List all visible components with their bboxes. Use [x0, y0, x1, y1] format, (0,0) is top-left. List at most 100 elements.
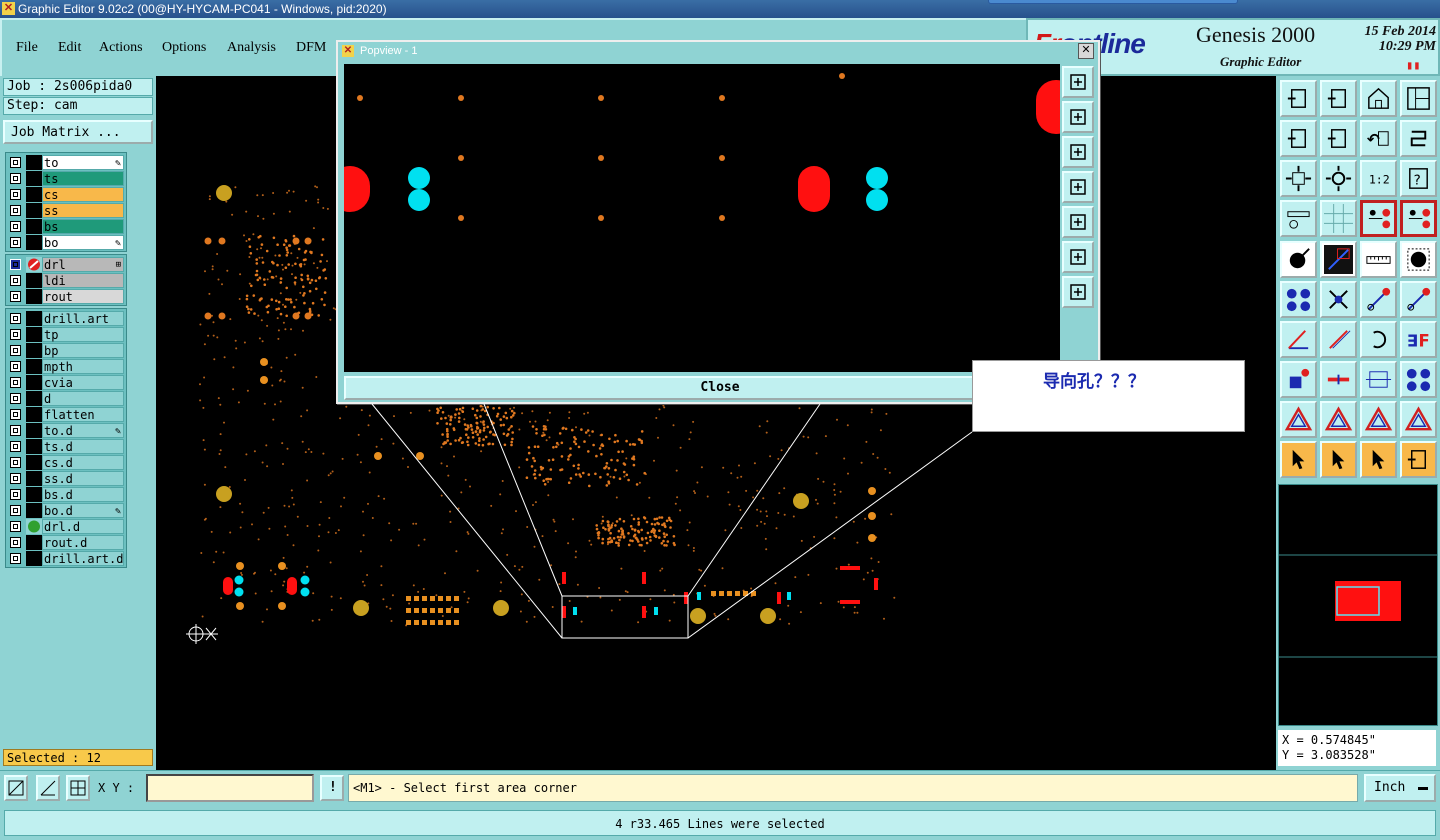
- layout-button[interactable]: [1400, 80, 1437, 117]
- measure-box-button[interactable]: [1360, 361, 1397, 398]
- xy-input[interactable]: [146, 774, 314, 802]
- home-button[interactable]: [1360, 80, 1397, 117]
- layer-checkbox[interactable]: [10, 189, 21, 200]
- layer-status-cell[interactable]: [26, 471, 42, 486]
- layer-checkbox[interactable]: [10, 553, 21, 564]
- layer-row-cs-d[interactable]: cs.d: [6, 455, 126, 470]
- undo-button[interactable]: ↶: [1360, 120, 1397, 157]
- layer-row-bp[interactable]: bp: [6, 343, 126, 358]
- layer-row-drl[interactable]: drl ⊞: [6, 257, 126, 272]
- layer-row-cvia[interactable]: cvia: [6, 375, 126, 390]
- netlist-button[interactable]: [1360, 200, 1397, 237]
- layer-row-to[interactable]: to ✎: [6, 155, 126, 170]
- layer-checkbox[interactable]: [10, 157, 21, 168]
- layer-checkbox[interactable]: [10, 409, 21, 420]
- layer-status-cell[interactable]: [26, 187, 42, 202]
- popview-fit-button[interactable]: [1062, 241, 1094, 273]
- zoom-button[interactable]: [1320, 160, 1357, 197]
- layer-checkbox[interactable]: [10, 237, 21, 248]
- layer-row-to-d[interactable]: to.d ✎: [6, 423, 126, 438]
- step-up-button[interactable]: [1280, 80, 1317, 117]
- edit-layer-icon[interactable]: [26, 257, 42, 272]
- arrow-left-button[interactable]: [1280, 120, 1317, 157]
- layer-status-cell[interactable]: [26, 487, 42, 502]
- layer-checkbox[interactable]: [10, 361, 21, 372]
- layer-row-drill-art-d[interactable]: drill.art.d: [6, 551, 126, 566]
- layer-status-cell[interactable]: [26, 273, 42, 288]
- redo-button[interactable]: [1400, 120, 1437, 157]
- triangle-button[interactable]: [1280, 401, 1317, 438]
- layer-checkbox[interactable]: [10, 521, 21, 532]
- popview-step-up-button[interactable]: [1062, 101, 1094, 133]
- step-down-button[interactable]: [1320, 80, 1357, 117]
- pad-select-button[interactable]: [1280, 241, 1317, 278]
- popview-step-down-button[interactable]: [1062, 136, 1094, 168]
- angle-button[interactable]: [1280, 321, 1317, 358]
- node-button[interactable]: [1280, 281, 1317, 318]
- pause-icon[interactable]: ▮▮: [1406, 58, 1420, 72]
- arc-button[interactable]: [1360, 321, 1397, 358]
- menu-actions[interactable]: Actions: [99, 40, 143, 56]
- arrow-right-button[interactable]: [1320, 120, 1357, 157]
- layer-row-mpth[interactable]: mpth: [6, 359, 126, 374]
- layer-row-drl-d[interactable]: drl.d: [6, 519, 126, 534]
- move-pad-button[interactable]: [1360, 281, 1397, 318]
- layer-row-bs-d[interactable]: bs.d: [6, 487, 126, 502]
- layer-row-tp[interactable]: tp: [6, 327, 126, 342]
- layer-checkbox[interactable]: [10, 537, 21, 548]
- units-dropdown[interactable]: Inch: [1364, 774, 1436, 802]
- layer-status-cell[interactable]: [26, 439, 42, 454]
- menu-options[interactable]: Options: [162, 40, 206, 56]
- ruler-button[interactable]: [1360, 241, 1397, 278]
- layer-status-cell[interactable]: [26, 375, 42, 390]
- layer-status-cell[interactable]: [26, 535, 42, 550]
- popview-out-button[interactable]: [1062, 206, 1094, 238]
- triangle-cross-button[interactable]: [1400, 401, 1437, 438]
- layer-status-cell[interactable]: [26, 503, 42, 518]
- circle-button[interactable]: [1400, 241, 1437, 278]
- layer-row-ss[interactable]: ss: [6, 203, 126, 218]
- layer-checkbox[interactable]: [10, 291, 21, 302]
- pointer-button[interactable]: [1280, 441, 1317, 478]
- job-matrix-button[interactable]: Job Matrix ...: [3, 120, 153, 144]
- layer-status-cell[interactable]: [26, 391, 42, 406]
- popview-zoom-button[interactable]: [1062, 66, 1094, 98]
- one-to-one-button[interactable]: 1:2: [1360, 160, 1397, 197]
- triangle-red-button[interactable]: [1320, 401, 1357, 438]
- menu-analysis[interactable]: Analysis: [227, 40, 276, 56]
- menu-dfm[interactable]: DFM: [296, 40, 326, 56]
- layer-row-ts[interactable]: ts: [6, 171, 126, 186]
- layer-checkbox[interactable]: [10, 345, 21, 356]
- alert-icon[interactable]: !: [320, 775, 344, 801]
- popview-pan-button[interactable]: [1062, 276, 1094, 308]
- layer-checkbox[interactable]: [10, 173, 21, 184]
- layer-row-ss-d[interactable]: ss.d: [6, 471, 126, 486]
- pad-edit-button[interactable]: [1280, 361, 1317, 398]
- tools-button[interactable]: [1280, 200, 1317, 237]
- mirror-button[interactable]: ∃ F: [1400, 321, 1437, 358]
- grid-snap-icon[interactable]: [66, 775, 90, 801]
- layer-status-cell[interactable]: [26, 203, 42, 218]
- layer-checkbox[interactable]: [10, 259, 21, 270]
- layer-row-flatten[interactable]: flatten: [6, 407, 126, 422]
- layer-checkbox[interactable]: [10, 457, 21, 468]
- line-button[interactable]: [1320, 241, 1357, 278]
- layer-row-bo[interactable]: bo ✎: [6, 235, 126, 250]
- layer-row-bo-d[interactable]: bo.d ✎: [6, 503, 126, 518]
- layer-checkbox[interactable]: [10, 313, 21, 324]
- route-button[interactable]: [1400, 441, 1437, 478]
- layer-status-cell[interactable]: [26, 235, 42, 250]
- layer-status-cell[interactable]: [26, 551, 42, 566]
- layer-row-ts-d[interactable]: ts.d: [6, 439, 126, 454]
- layer-checkbox[interactable]: [10, 221, 21, 232]
- layer-row-d[interactable]: d: [6, 391, 126, 406]
- layer-status-cell[interactable]: [26, 423, 42, 438]
- layer-checkbox[interactable]: [10, 275, 21, 286]
- layer-row-drill-art[interactable]: drill.art: [6, 311, 126, 326]
- layer-checkbox[interactable]: [10, 393, 21, 404]
- layer-checkbox[interactable]: [10, 441, 21, 452]
- layer-checkbox[interactable]: [10, 329, 21, 340]
- layer-status-cell[interactable]: [26, 343, 42, 358]
- popview-close-icon[interactable]: ✕: [1078, 43, 1094, 59]
- layer-row-bs[interactable]: bs: [6, 219, 126, 234]
